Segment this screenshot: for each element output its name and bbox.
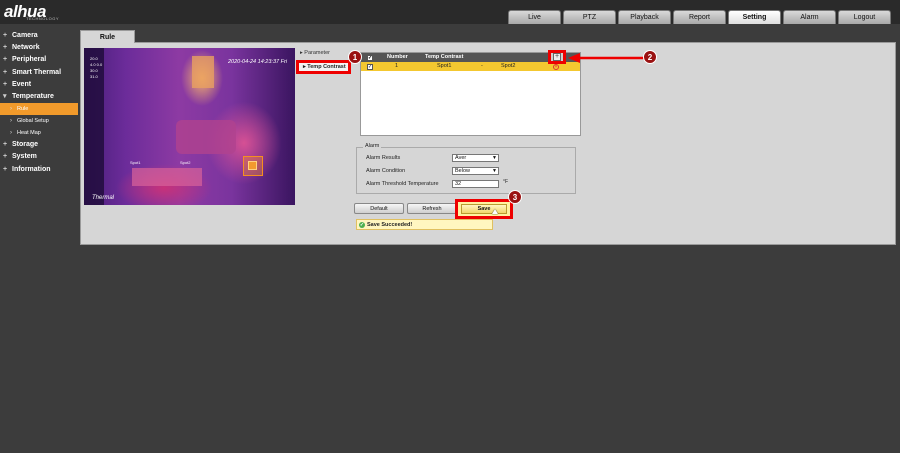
- expand-icon: +: [3, 56, 8, 64]
- menu-parameter[interactable]: ▸ Parameter: [300, 50, 330, 56]
- callout-badge-3: 3: [508, 190, 522, 204]
- table-shape: [132, 168, 202, 186]
- spot-marker-center: [248, 161, 257, 170]
- refresh-button[interactable]: Refresh: [407, 203, 457, 214]
- save-button[interactable]: Save: [455, 199, 513, 219]
- alarm-fieldset: Alarm Alarm Results Aver ▼ Alarm Conditio…: [356, 143, 576, 194]
- save-button-face: Save: [461, 204, 507, 214]
- chevron-down-icon: ▼: [492, 168, 497, 174]
- row-spot-a: Spot1: [437, 63, 452, 69]
- sidebar: + Camera + Network + Peripheral + Smart Ther…: [0, 30, 78, 176]
- column-number: Number: [387, 54, 408, 60]
- collapse-icon: ▾: [3, 92, 7, 100]
- nav-logout[interactable]: Logout: [838, 10, 891, 24]
- mouse-cursor-icon: [492, 209, 498, 214]
- column-temp-contrast: Temp Contrast: [425, 54, 464, 60]
- nav-alarm[interactable]: Alarm: [783, 10, 836, 24]
- sidebar-item-temperature[interactable]: ▾ Temperature: [0, 91, 78, 103]
- check-circle-icon: ✓: [359, 222, 365, 228]
- add-rule-button[interactable]: +: [548, 50, 566, 64]
- row-checkbox[interactable]: ✓: [367, 63, 373, 70]
- temperature-unit: °F: [503, 179, 509, 185]
- chevron-right-icon: ›: [10, 130, 12, 137]
- expand-icon: +: [3, 68, 8, 76]
- sidebar-item-network[interactable]: + Network: [0, 42, 78, 54]
- add-icon: +: [553, 53, 561, 61]
- nav-ptz[interactable]: PTZ: [563, 10, 616, 24]
- thermal-timestamp: 2020-04-24 14:23:37 Fri: [227, 59, 287, 65]
- select-all-checkbox[interactable]: ✓: [367, 54, 373, 61]
- alarm-results-label: Alarm Results: [366, 155, 401, 161]
- thermal-overlay-line: 31.0: [90, 74, 98, 79]
- spot-marker[interactable]: [243, 156, 263, 176]
- sidebar-item-event[interactable]: + Event: [0, 79, 78, 91]
- logo-subtitle: TECHNOLOGY: [26, 16, 60, 21]
- thermal-channel-name: Thermal: [92, 195, 115, 201]
- status-message: ✓ Save Succeeded!: [356, 219, 493, 230]
- callout-badge-1: 1: [348, 50, 362, 64]
- delete-icon[interactable]: ×: [553, 64, 559, 70]
- thermal-video-preview[interactable]: 20.0 4.0 0.0 30.0 31.0 2020-04-24 14:23:…: [84, 48, 295, 205]
- alarm-results-select[interactable]: Aver ▼: [452, 154, 499, 162]
- sidebar-item-camera[interactable]: + Camera: [0, 30, 78, 42]
- expand-icon: +: [3, 80, 8, 88]
- expand-icon: +: [3, 153, 8, 161]
- expand-icon: +: [3, 165, 8, 173]
- menu-temp-contrast[interactable]: ▸ Temp Contrast: [296, 60, 351, 74]
- nav-live[interactable]: Live: [508, 10, 561, 24]
- sidebar-item-peripheral[interactable]: + Peripheral: [0, 54, 78, 66]
- expand-icon: +: [3, 141, 8, 149]
- sidebar-subitem-heat-map[interactable]: › Heat Map: [0, 127, 78, 139]
- sidebar-item-information[interactable]: + Information: [0, 164, 78, 176]
- expand-icon: +: [3, 32, 8, 39]
- sidebar-item-system[interactable]: + System: [0, 151, 78, 163]
- alarm-condition-select[interactable]: Below ▼: [452, 167, 499, 175]
- thermal-overlay-line: 30.0: [90, 68, 98, 73]
- row-number: 1: [395, 63, 399, 69]
- header-bar: alhua TECHNOLOGY Live PTZ Playback Repor…: [0, 0, 900, 24]
- chevron-right-icon: ›: [10, 106, 12, 113]
- sidebar-item-smart-thermal[interactable]: + Smart Thermal: [0, 67, 78, 79]
- spot1-label: Spot1: [130, 160, 141, 165]
- chevron-down-icon: ▼: [492, 155, 497, 161]
- alarm-threshold-input[interactable]: 32: [452, 180, 499, 188]
- default-button[interactable]: Default: [354, 203, 404, 214]
- window-highlight: [192, 56, 214, 88]
- alarm-condition-label: Alarm Condition: [366, 168, 406, 174]
- tab-rule[interactable]: Rule: [80, 30, 135, 43]
- sidebar-item-storage[interactable]: + Storage: [0, 139, 78, 151]
- thermal-overlay-line: 4.0 0.0: [90, 62, 103, 67]
- temp-contrast-table: ✓ Number Temp Contrast ✓ 1 Spot1 - Spot2: [360, 52, 581, 136]
- top-navigation: Live PTZ Playback Report Setting Alarm L…: [508, 10, 891, 24]
- alarm-threshold-label: Alarm Threshold Temperature: [366, 181, 439, 187]
- nav-report[interactable]: Report: [673, 10, 726, 24]
- sofa-shape: [176, 120, 236, 154]
- thermal-overlay-line: 20.0: [90, 56, 98, 61]
- row-spot-b: Spot2: [501, 63, 516, 69]
- callout-badge-2: 2: [643, 50, 657, 64]
- row-dash: -: [481, 63, 483, 69]
- expand-icon: +: [3, 44, 8, 52]
- callout-arrow-icon: [568, 53, 646, 63]
- alarm-legend: Alarm: [363, 143, 382, 149]
- chevron-right-icon: ›: [10, 118, 12, 125]
- sidebar-subitem-rule[interactable]: › Rule: [0, 103, 78, 116]
- spot2-label: Spot2: [180, 160, 191, 165]
- nav-setting[interactable]: Setting: [728, 10, 781, 24]
- nav-playback[interactable]: Playback: [618, 10, 671, 24]
- sidebar-subitem-global-setup[interactable]: › Global Setup: [0, 115, 78, 127]
